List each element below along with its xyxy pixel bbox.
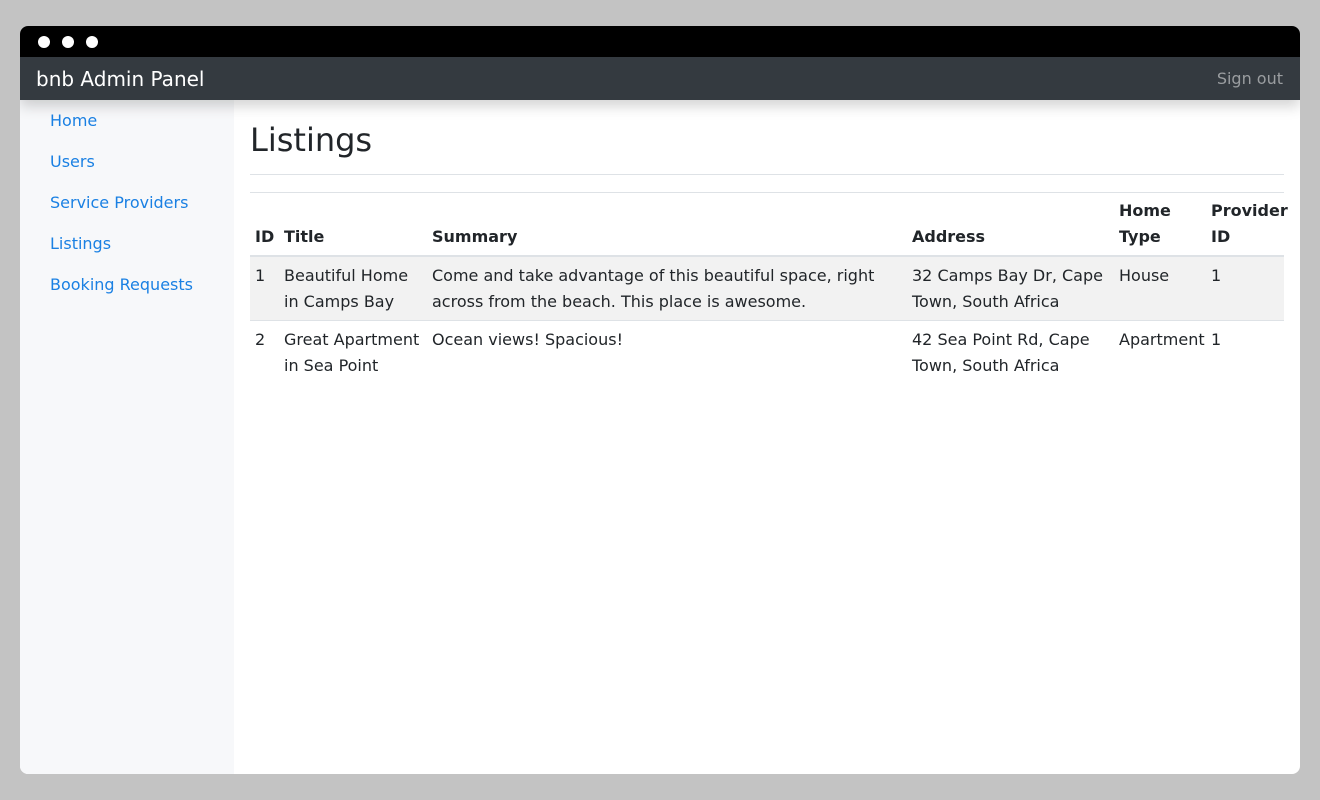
cell-id: 2 bbox=[255, 330, 266, 349]
sidebar-item-users[interactable]: Users bbox=[20, 141, 234, 182]
window-titlebar bbox=[20, 26, 1300, 57]
brand-link[interactable]: bnb Admin Panel bbox=[36, 66, 204, 92]
cell-id: 1 bbox=[255, 266, 266, 285]
column-header-address: Address bbox=[912, 227, 986, 246]
cell-address: 42 Sea Point Rd, Cape Town, South Africa bbox=[912, 330, 1090, 375]
column-header-summary: Summary bbox=[432, 227, 518, 246]
column-header-provider-id: Provider ID bbox=[1211, 201, 1288, 246]
table-row[interactable]: 2 Great Apartment in Sea Point Ocean vie… bbox=[250, 320, 1284, 385]
window-dot-icon bbox=[62, 36, 74, 48]
sidebar: Home Users Service Providers Listings Bo… bbox=[20, 100, 234, 774]
page-title: Listings bbox=[250, 100, 1284, 175]
cell-home-type: Apartment bbox=[1119, 330, 1205, 349]
listings-table: ID Title Summary Address Home Type Provi… bbox=[250, 192, 1288, 384]
browser-window: bnb Admin Panel Sign out Home Users Serv… bbox=[20, 26, 1300, 774]
sidebar-nav-list: Home Users Service Providers Listings Bo… bbox=[20, 100, 234, 305]
column-header-title: Title bbox=[284, 227, 325, 246]
cell-summary: Come and take advantage of this beautifu… bbox=[432, 266, 875, 311]
cell-summary: Ocean views! Spacious! bbox=[432, 330, 623, 349]
sidebar-list-item: Service Providers bbox=[20, 182, 234, 223]
cell-provider-id: 1 bbox=[1211, 266, 1222, 285]
sidebar-list-item: Listings bbox=[20, 223, 234, 264]
sidebar-item-booking-requests[interactable]: Booking Requests bbox=[20, 264, 234, 305]
cell-title: Great Apartment in Sea Point bbox=[284, 330, 420, 375]
table-header: ID Title Summary Address Home Type Provi… bbox=[250, 192, 1288, 256]
cell-title: Beautiful Home in Camps Bay bbox=[284, 266, 409, 311]
cell-address: 32 Camps Bay Dr, Cape Town, South Africa bbox=[912, 266, 1103, 311]
table-row[interactable]: 1 Beautiful Home in Camps Bay Come and t… bbox=[250, 256, 1284, 321]
main-content: Listings ID Title Summary Address Home T… bbox=[250, 100, 1288, 384]
column-header-id: ID bbox=[255, 227, 275, 246]
sidebar-item-listings[interactable]: Listings bbox=[20, 223, 234, 264]
top-navbar: bnb Admin Panel Sign out bbox=[20, 57, 1300, 100]
table-body: 1 Beautiful Home in Camps Bay Come and t… bbox=[250, 256, 1284, 384]
window-dot-icon bbox=[86, 36, 98, 48]
sidebar-item-service-providers[interactable]: Service Providers bbox=[20, 182, 234, 223]
column-header-home-type: Home Type bbox=[1119, 201, 1171, 246]
sidebar-list-item: Users bbox=[20, 141, 234, 182]
sign-out-link[interactable]: Sign out bbox=[1217, 69, 1283, 89]
table-header-row: ID Title Summary Address Home Type Provi… bbox=[250, 192, 1288, 256]
window-dot-icon bbox=[38, 36, 50, 48]
cell-provider-id: 1 bbox=[1211, 330, 1222, 349]
sidebar-item-home[interactable]: Home bbox=[20, 100, 234, 141]
sidebar-list-item: Home bbox=[20, 100, 234, 141]
cell-home-type: House bbox=[1119, 266, 1170, 285]
sidebar-list-item: Booking Requests bbox=[20, 264, 234, 305]
